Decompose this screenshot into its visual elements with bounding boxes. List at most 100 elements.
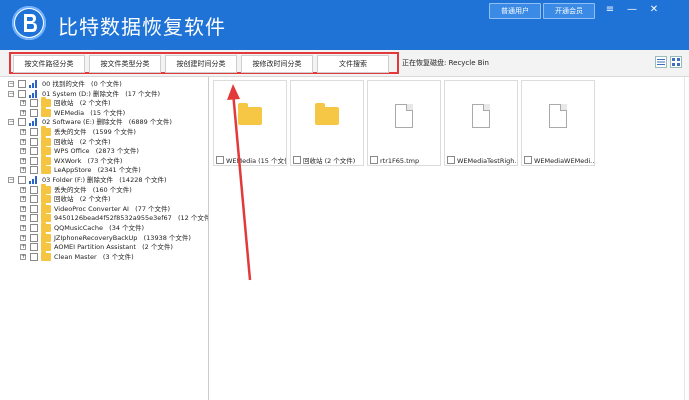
tree-expander-icon[interactable]: +: [20, 205, 26, 212]
tree-expander-icon[interactable]: +: [20, 253, 26, 260]
tree-row[interactable]: + WEMedia (15 个文件): [0, 106, 208, 118]
tree-item-label: 回收站 (2 个文件): [54, 194, 110, 204]
tree-row[interactable]: + 回收站 (2 个文件): [0, 97, 208, 108]
tree-row[interactable]: +9450126bead4f52f8532a955e3ef67 (12 个文件): [0, 212, 208, 223]
tree-row[interactable]: − 01 System (D:) 删除文件 (17 个文件): [0, 89, 208, 99]
file-thumbnail: [368, 81, 440, 151]
tree-row[interactable]: + WPS Office (2873 个文件): [0, 145, 208, 156]
close-icon[interactable]: ✕: [645, 3, 663, 17]
tree-checkbox[interactable]: [30, 166, 38, 175]
folder-icon: [41, 222, 51, 232]
tree-checkbox[interactable]: [30, 99, 38, 108]
tree-row[interactable]: + 回收站 (2 个文件): [0, 193, 208, 204]
tree-checkbox[interactable]: [18, 176, 26, 184]
file-card[interactable]: WEMedia (15 个文件): [213, 80, 287, 166]
tree-expander-icon[interactable]: −: [8, 119, 14, 126]
tree-expander-icon[interactable]: +: [20, 167, 26, 174]
tree-checkbox[interactable]: [30, 204, 38, 213]
sort-by-created-button[interactable]: 按创建时间分类: [165, 55, 237, 73]
tree-expander-icon[interactable]: −: [8, 90, 14, 97]
folder-icon: [41, 193, 51, 204]
sort-by-path-button[interactable]: 按文件路径分类: [13, 55, 85, 73]
tree-checkbox[interactable]: [30, 108, 38, 117]
file-card[interactable]: 回收站 (2 个文件): [290, 80, 364, 166]
app-title: 比特数据恢复软件: [58, 15, 226, 39]
tree-expander-icon[interactable]: +: [20, 129, 26, 135]
menu-icon[interactable]: ≡: [601, 3, 619, 17]
tree-checkbox[interactable]: [30, 233, 38, 242]
scrollbar[interactable]: [684, 77, 685, 400]
tree-item-name: 01 System (D:) 删除文件: [42, 89, 119, 98]
tree-row[interactable]: + VideoProc Converter AI (77 个文件): [0, 202, 208, 214]
file-card[interactable]: rtr1F65.tmp: [367, 80, 441, 166]
tree-row[interactable]: + 丢失的文件 (160 个文件): [0, 183, 208, 195]
tree-expander-icon[interactable]: −: [8, 177, 14, 183]
tree-expander-icon[interactable]: +: [20, 225, 26, 231]
tree-checkbox[interactable]: [30, 147, 38, 156]
tree-row[interactable]: + JZIphoneRecoveryBackUp (13938 个文件): [0, 231, 208, 243]
folder-icon: [41, 145, 51, 156]
document-icon: [549, 104, 567, 128]
folder-icon: [41, 97, 51, 108]
file-search-button[interactable]: 文件搜索: [317, 55, 389, 73]
file-checkbox[interactable]: [447, 156, 455, 164]
tree-checkbox[interactable]: [30, 156, 38, 165]
tree-checkbox[interactable]: [30, 128, 38, 136]
tree-expander-icon[interactable]: +: [20, 100, 26, 107]
file-checkbox[interactable]: [524, 156, 532, 164]
tree-expander-icon[interactable]: −: [8, 81, 14, 87]
tree-expander-icon[interactable]: +: [20, 148, 26, 155]
tree-item-label: WEMedia (15 个文件): [54, 108, 125, 118]
sort-by-modified-button[interactable]: 按修改时间分类: [241, 55, 313, 73]
tree-expander-icon[interactable]: +: [20, 244, 26, 251]
tree-checkbox[interactable]: [30, 137, 38, 146]
tree-item-count: (12 个文件): [178, 214, 208, 223]
tree-row[interactable]: + QQMusicCache (34 个文件): [0, 222, 208, 233]
tree-item-name: WPS Office: [54, 147, 90, 156]
tree-row[interactable]: − 03 Folder (F:) 删除文件 (14228 个文件): [0, 175, 208, 185]
tree-item-name: 丢失的文件: [54, 185, 87, 194]
tree-expander-icon[interactable]: +: [20, 109, 26, 116]
file-checkbox[interactable]: [370, 156, 378, 164]
tree-checkbox[interactable]: [30, 185, 38, 194]
drive-icon: [29, 176, 39, 184]
tree-checkbox[interactable]: [30, 195, 38, 204]
tree-item-name: QQMusicCache: [54, 224, 103, 232]
tree-checkbox[interactable]: [30, 214, 38, 223]
tree-expander-icon[interactable]: +: [20, 234, 26, 241]
tree-checkbox[interactable]: [30, 252, 38, 261]
tree-checkbox[interactable]: [18, 118, 26, 127]
tree-row[interactable]: + 回收站 (2 个文件): [0, 135, 208, 147]
vip-button[interactable]: 开通会员: [543, 3, 595, 19]
folder-icon: [41, 126, 51, 136]
folder-icon: [315, 103, 339, 125]
grid-view-icon[interactable]: [670, 56, 682, 68]
sort-by-type-button[interactable]: 按文件类型分类: [89, 55, 161, 73]
tree-checkbox[interactable]: [30, 224, 38, 232]
file-checkbox[interactable]: [293, 156, 301, 164]
list-view-icon[interactable]: [655, 56, 667, 68]
tree-item-name: JZIphoneRecoveryBackUp: [54, 233, 138, 242]
tree-expander-icon[interactable]: +: [20, 186, 26, 193]
tree-row[interactable]: + Clean Master (3 个文件): [0, 250, 208, 262]
tree-row[interactable]: − 00 找到的文件 (0 个文件): [0, 79, 208, 89]
minimize-icon[interactable]: —: [623, 3, 641, 17]
tree-row[interactable]: + LeAppStore (2341 个文件): [0, 164, 208, 175]
file-checkbox[interactable]: [216, 156, 224, 164]
file-name: rtr1F65.tmp: [380, 157, 420, 165]
tree-row[interactable]: + 丢失的文件 (1599 个文件): [0, 126, 208, 137]
tree-row[interactable]: + WXWork (73 个文件): [0, 154, 208, 166]
tree-row[interactable]: − 02 Software (E:) 删除文件 (6889 个文件): [0, 117, 208, 127]
file-card[interactable]: WEMediaTestRigh...: [444, 80, 518, 166]
tree-expander-icon[interactable]: +: [20, 196, 26, 203]
tree-expander-icon[interactable]: +: [20, 138, 26, 145]
tree-checkbox[interactable]: [18, 80, 26, 88]
tree-item-name: 00 找到的文件: [42, 80, 85, 88]
tree-row[interactable]: + AOMEI Partition Assistant (2 个文件): [0, 241, 208, 252]
tree-checkbox[interactable]: [18, 89, 26, 98]
normal-user-button[interactable]: 普通用户: [489, 3, 541, 19]
tree-checkbox[interactable]: [30, 243, 38, 252]
tree-expander-icon[interactable]: +: [20, 157, 26, 164]
tree-expander-icon[interactable]: +: [20, 215, 26, 222]
file-card[interactable]: WEMediaWEMedi...: [521, 80, 595, 166]
